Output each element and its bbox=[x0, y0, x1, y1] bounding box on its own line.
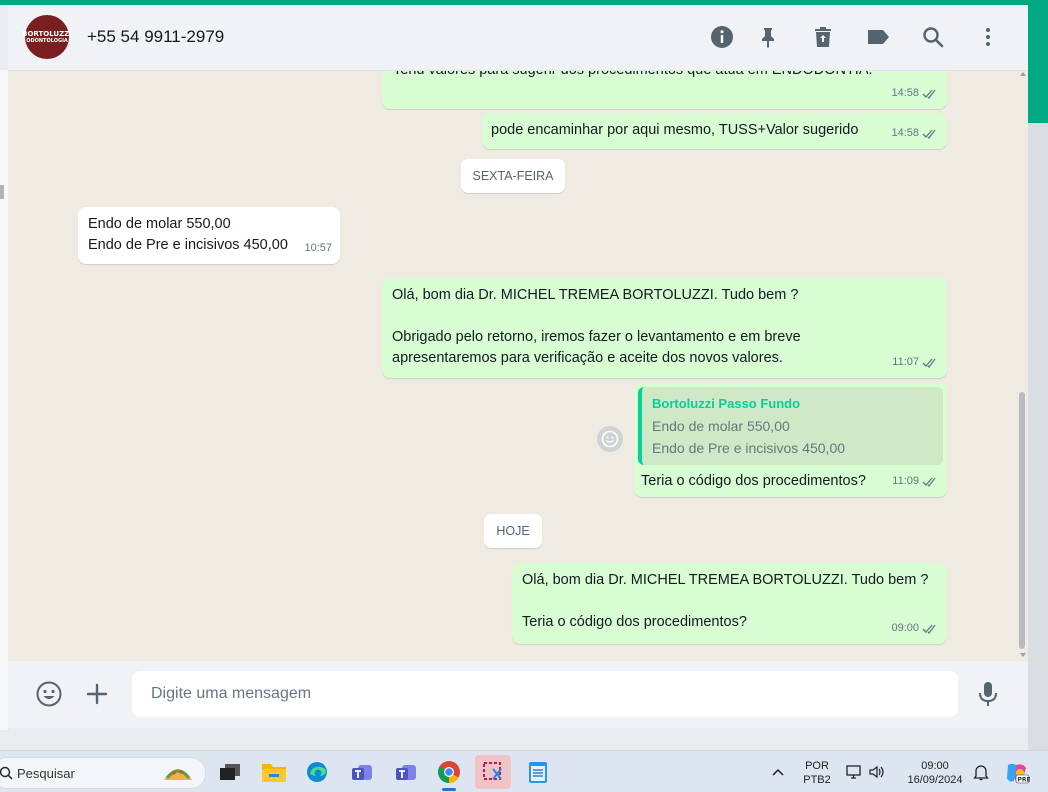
message-text: Olá, bom dia Dr. MICHEL TREMEA BORTOLUZZ… bbox=[522, 572, 929, 630]
terminal-icon[interactable] bbox=[212, 755, 248, 789]
message-bubble[interactable]: Olá, bom dia Dr. MICHEL TREMEA BORTOLUZZ… bbox=[382, 278, 947, 378]
read-ticks-icon bbox=[922, 129, 936, 139]
read-ticks-icon bbox=[922, 358, 936, 368]
message-time: 14:58 bbox=[891, 87, 919, 99]
teams-icon[interactable] bbox=[344, 755, 380, 789]
message-bubble[interactable]: pode encaminhar por aqui mesmo, TUSS+Val… bbox=[482, 113, 947, 149]
microphone-icon[interactable] bbox=[973, 679, 1003, 709]
chat-header: BORTOLUZZI ODONTOLOGIA +55 54 9911-2979 bbox=[8, 5, 1028, 71]
message-time: 14:58 bbox=[891, 127, 919, 139]
pin-icon[interactable] bbox=[754, 23, 782, 51]
date-divider-label: HOJE bbox=[496, 524, 530, 538]
search-icon[interactable] bbox=[919, 23, 947, 51]
message-meta: 14:58 bbox=[891, 83, 939, 104]
message-bubble[interactable]: Olá, bom dia Dr. MICHEL TREMEA BORTOLUZZ… bbox=[512, 563, 947, 644]
avatar-subtext: ODONTOLOGIA bbox=[26, 38, 68, 44]
message-time: 09:00 bbox=[891, 622, 919, 634]
date-divider-label: SEXTA-FEIRA bbox=[472, 169, 554, 183]
read-ticks-icon bbox=[922, 89, 936, 99]
message-text: Olá, bom dia Dr. MICHEL TREMEA BORTOLUZZ… bbox=[392, 287, 801, 366]
language-indicator[interactable]: POR PTB2 bbox=[800, 759, 834, 787]
contact-name[interactable]: +55 54 9911-2979 bbox=[87, 27, 224, 47]
taco-widget-icon[interactable] bbox=[161, 762, 195, 784]
side-panel-accent bbox=[1028, 5, 1048, 123]
message-time: 11:07 bbox=[892, 356, 919, 368]
read-ticks-icon bbox=[922, 624, 936, 634]
search-icon bbox=[0, 766, 13, 780]
message-list: Tenu valores para sugerir dos procedimen… bbox=[8, 71, 1028, 661]
volume-icon[interactable] bbox=[868, 764, 886, 780]
date-divider: HOJE bbox=[484, 514, 542, 548]
taskbar-search[interactable]: Pesquisar bbox=[0, 757, 206, 789]
date-divider: SEXTA-FEIRA bbox=[461, 159, 565, 193]
left-panel-scrollbar[interactable] bbox=[0, 185, 4, 199]
label-icon[interactable] bbox=[864, 23, 892, 51]
message-meta: 14:58 bbox=[891, 123, 939, 144]
emoji-icon[interactable] bbox=[34, 679, 64, 709]
message-text: Teria o código dos procedimentos? bbox=[641, 473, 866, 489]
copilot-icon[interactable]: PRE bbox=[1004, 761, 1030, 785]
clock-date: 16/09/2024 bbox=[907, 774, 963, 786]
avatar-text: BORTOLUZZI bbox=[22, 30, 72, 38]
svg-text:PRE: PRE bbox=[1018, 777, 1031, 784]
message-meta: 11:09 bbox=[892, 471, 939, 492]
chat-window: BORTOLUZZI ODONTOLOGIA +55 54 9911-2979 … bbox=[8, 5, 1028, 728]
info-icon[interactable] bbox=[708, 23, 736, 51]
message-text: Tenu valores para sugerir dos procedimen… bbox=[393, 71, 873, 81]
taskbar: Pesquisar POR PTB2 09:00 16/09/2024 PRE bbox=[0, 750, 1048, 792]
emoji-reaction-button[interactable] bbox=[597, 426, 623, 452]
language-code: POR bbox=[805, 760, 829, 772]
message-text: pode encaminhar por aqui mesmo, TUSS+Val… bbox=[491, 122, 859, 138]
message-text: Endo de molar 550,00 Endo de Pre e incis… bbox=[88, 216, 288, 253]
message-meta: 10:57 bbox=[304, 238, 332, 259]
keyboard-layout: PTB2 bbox=[803, 774, 831, 786]
message-time: 11:09 bbox=[892, 475, 919, 487]
message-input[interactable] bbox=[132, 671, 958, 717]
clock[interactable]: 09:00 16/09/2024 bbox=[898, 759, 972, 787]
file-explorer-icon[interactable] bbox=[256, 755, 292, 789]
notepad-icon[interactable] bbox=[520, 755, 556, 789]
taskbar-search-label: Pesquisar bbox=[17, 766, 75, 781]
scroll-up-arrow-icon[interactable] bbox=[1020, 72, 1026, 76]
quoted-text: Endo de molar 550,00 Endo de Pre e incis… bbox=[652, 418, 846, 456]
read-ticks-icon bbox=[922, 477, 936, 487]
delete-icon[interactable] bbox=[809, 23, 837, 51]
network-icon[interactable] bbox=[845, 764, 863, 780]
message-bubble-incoming[interactable]: Endo de molar 550,00 Endo de Pre e incis… bbox=[78, 207, 340, 264]
smiley-icon bbox=[601, 430, 619, 448]
chrome-icon[interactable] bbox=[431, 755, 467, 789]
message-meta: 11:07 bbox=[892, 352, 939, 373]
edge-icon[interactable] bbox=[299, 755, 335, 789]
teams-icon[interactable] bbox=[388, 755, 424, 789]
clock-time: 09:00 bbox=[921, 760, 949, 772]
quoted-author: Bortoluzzi Passo Fundo bbox=[652, 396, 801, 411]
menu-icon[interactable] bbox=[974, 23, 1002, 51]
scrollbar-thumb[interactable] bbox=[1019, 392, 1025, 649]
message-composer bbox=[8, 661, 1028, 728]
notification-bell-icon[interactable] bbox=[973, 764, 989, 781]
message-meta: 09:00 bbox=[891, 618, 939, 639]
snipping-tool-icon[interactable] bbox=[475, 755, 511, 789]
quoted-message[interactable]: Bortoluzzi Passo Fundo Endo de molar 550… bbox=[638, 387, 943, 465]
message-bubble-reply[interactable]: Bortoluzzi Passo Fundo Endo de molar 550… bbox=[634, 383, 947, 497]
message-bubble[interactable]: Tenu valores para sugerir dos procedimen… bbox=[382, 71, 947, 109]
avatar[interactable]: BORTOLUZZI ODONTOLOGIA bbox=[22, 15, 72, 59]
side-panel bbox=[1028, 123, 1048, 750]
attach-plus-icon[interactable] bbox=[82, 679, 112, 709]
message-time: 10:57 bbox=[304, 242, 332, 254]
chevron-up-icon[interactable] bbox=[772, 768, 784, 776]
scroll-down-arrow-icon[interactable] bbox=[1020, 653, 1026, 657]
